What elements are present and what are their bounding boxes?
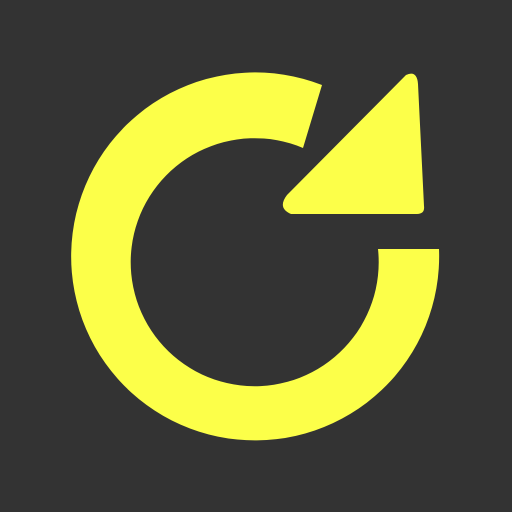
refresh-icon [0, 0, 512, 512]
refresh-icon-canvas [0, 0, 512, 512]
